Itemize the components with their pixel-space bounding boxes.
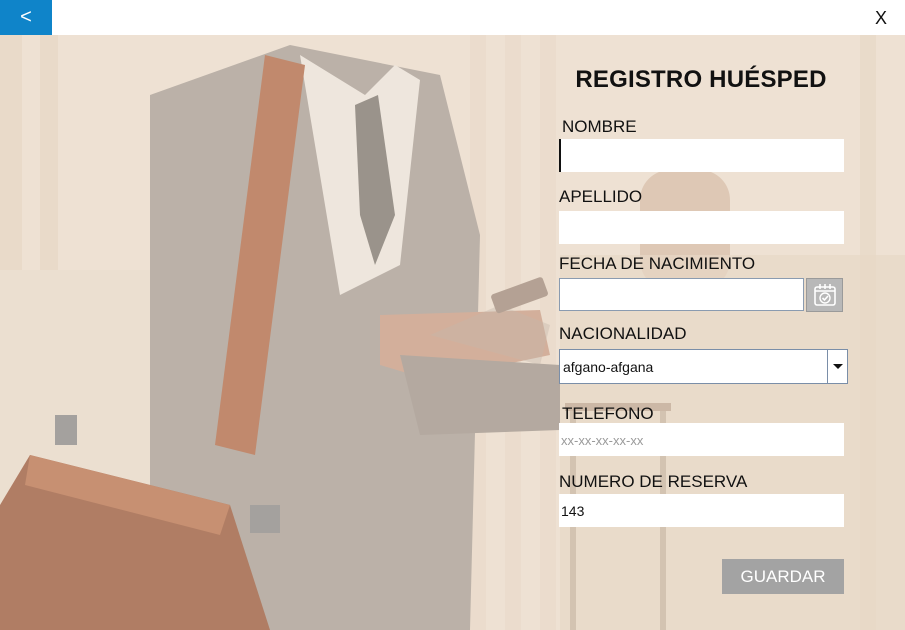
page-title: REGISTRO HUÉSPED bbox=[575, 66, 827, 93]
nombre-input[interactable] bbox=[559, 139, 844, 172]
fecha-nacimiento-input[interactable] bbox=[559, 278, 804, 311]
close-button[interactable]: X bbox=[871, 6, 891, 30]
calendar-check-icon bbox=[813, 284, 836, 306]
numero-reserva-input[interactable] bbox=[559, 494, 844, 527]
nacionalidad-select[interactable]: afgano-afgana bbox=[559, 349, 848, 384]
businessman-photo bbox=[0, 35, 905, 630]
save-button[interactable]: GUARDAR bbox=[722, 559, 844, 594]
telefono-label: TELEFONO bbox=[562, 404, 654, 423]
chevron-down-icon[interactable] bbox=[827, 350, 847, 383]
telefono-input[interactable] bbox=[559, 423, 844, 456]
back-button[interactable]: < bbox=[0, 0, 52, 35]
apellido-label: APELLIDO bbox=[559, 187, 643, 206]
numero-reserva-label: NUMERO DE RESERVA bbox=[559, 472, 748, 491]
nombre-label: NOMBRE bbox=[562, 117, 637, 136]
calendar-button[interactable] bbox=[806, 278, 843, 312]
title-bar: < X bbox=[0, 0, 905, 35]
nacionalidad-selected-value: afgano-afgana bbox=[563, 359, 654, 375]
fecha-nacimiento-label: FECHA DE NACIMIENTO bbox=[559, 254, 756, 273]
nacionalidad-label: NACIONALIDAD bbox=[559, 324, 687, 343]
apellido-input[interactable] bbox=[559, 211, 844, 244]
background-photo bbox=[0, 35, 905, 630]
